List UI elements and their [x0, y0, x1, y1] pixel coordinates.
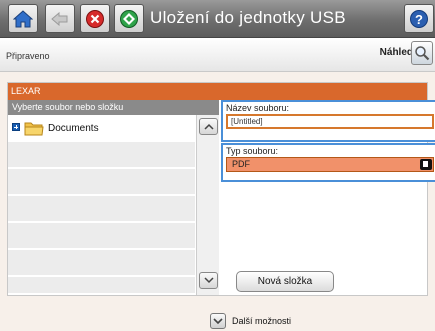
chevron-up-icon: [203, 123, 214, 130]
list-item-empty: [8, 169, 195, 196]
scroll-up-button[interactable]: [199, 118, 218, 135]
new-folder-button[interactable]: Nová složka: [236, 271, 334, 292]
file-type-group: Typ souboru: PDF: [221, 143, 435, 182]
chevron-down-icon: [203, 277, 214, 284]
main-area: LEXAR Vyberte soubor nebo složku Documen…: [0, 72, 435, 331]
help-button[interactable]: ?: [404, 4, 434, 33]
expand-icon[interactable]: [12, 123, 20, 131]
title-bar: Uložení do jednotky USB ?: [0, 0, 435, 38]
list-item-empty: [8, 142, 195, 169]
more-options-label: Další možnosti: [232, 316, 292, 326]
folder-icon: [24, 122, 44, 136]
page-title: Uložení do jednotky USB: [150, 8, 346, 27]
stop-icon: [86, 9, 104, 28]
stop-button[interactable]: [80, 4, 110, 33]
browser-panel: LEXAR Vyberte soubor nebo složku Documen…: [7, 82, 435, 296]
device-name: LEXAR: [8, 83, 427, 100]
chevron-down-icon: [213, 317, 223, 324]
scroll-down-button[interactable]: [199, 272, 218, 289]
home-button[interactable]: [8, 4, 38, 33]
back-button[interactable]: [45, 4, 75, 33]
help-icon: ?: [410, 9, 428, 28]
file-type-label: Typ souboru:: [226, 146, 279, 156]
file-list: Documents: [8, 115, 196, 295]
status-text: Připraveno: [6, 51, 50, 61]
magnifier-icon: [415, 46, 430, 61]
list-item-empty: [8, 196, 195, 223]
list-item-documents[interactable]: Documents: [8, 115, 195, 142]
start-button[interactable]: [114, 4, 144, 33]
back-icon: [51, 11, 68, 26]
list-item-empty: [8, 223, 195, 250]
more-options-button[interactable]: [210, 313, 226, 329]
file-name-field[interactable]: [Untitled]: [226, 114, 434, 129]
list-item-label: Documents: [48, 123, 99, 134]
list-item-empty: [8, 277, 195, 295]
list-scrollbar[interactable]: [196, 115, 219, 295]
file-type-value: PDF: [232, 159, 250, 169]
preview-label: Náhled: [379, 47, 413, 58]
dropdown-icon[interactable]: [420, 159, 432, 170]
file-type-select[interactable]: PDF: [226, 157, 434, 172]
more-options[interactable]: Další možnosti: [210, 312, 291, 330]
file-name-label: Název souboru:: [226, 103, 290, 113]
start-icon: [120, 9, 138, 28]
home-icon: [13, 9, 33, 27]
list-header: Vyberte soubor nebo složku: [8, 100, 219, 115]
status-bar: Připraveno Náhled: [0, 38, 435, 72]
list-item-empty: [8, 250, 195, 277]
preview-button[interactable]: [411, 41, 433, 65]
svg-text:?: ?: [415, 12, 423, 27]
file-name-group: Název souboru: [Untitled]: [221, 100, 435, 142]
